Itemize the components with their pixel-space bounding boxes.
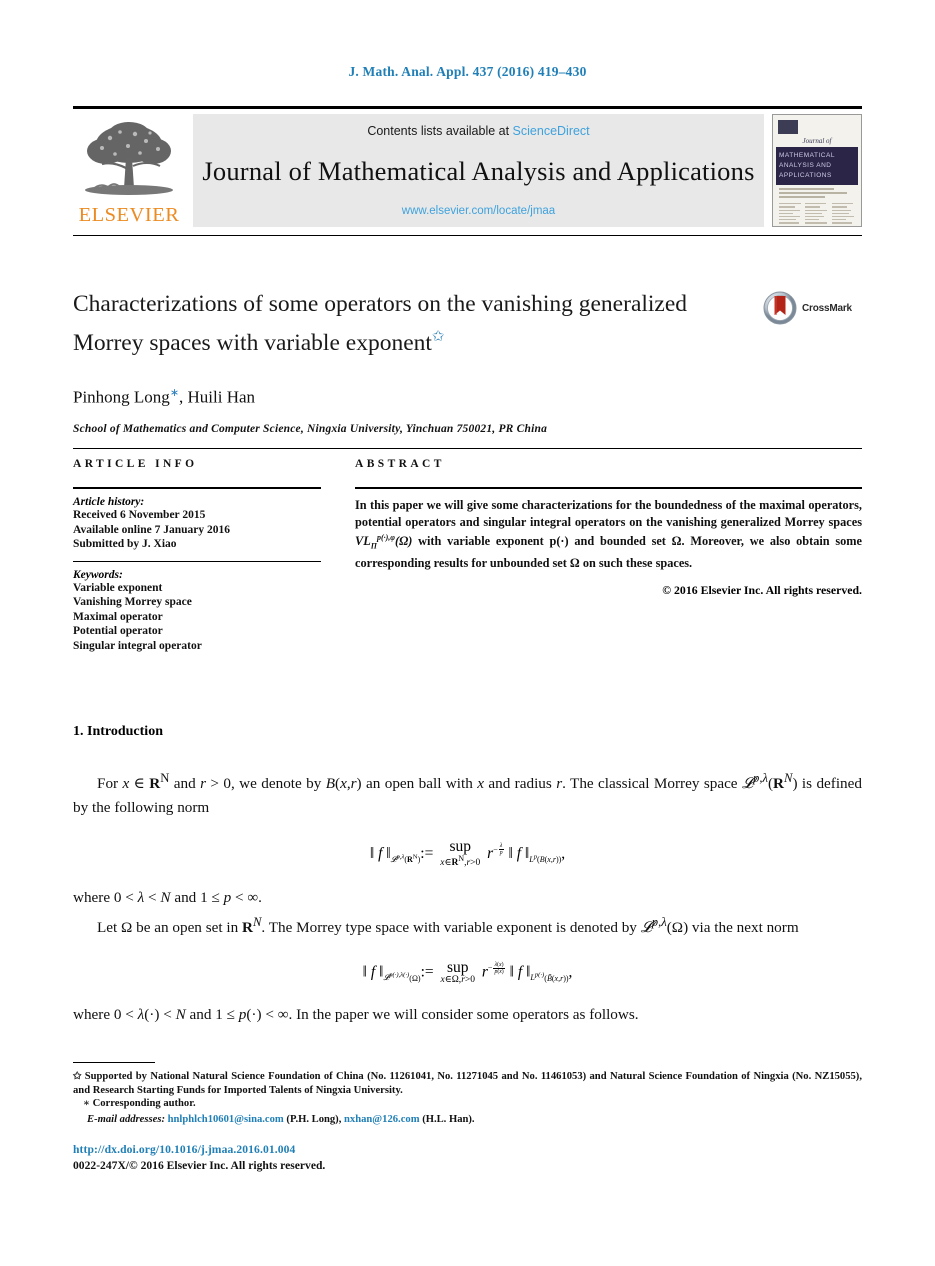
article-history-received: Received 6 November 2015	[73, 509, 206, 521]
running-head: J. Math. Anal. Appl. 437 (2016) 419–430	[348, 64, 587, 79]
introduction-section: 1. Introduction For x ∈ RN and r > 0, we…	[73, 724, 862, 1027]
journal-band: Contents lists available at ScienceDirec…	[193, 114, 764, 227]
elsevier-wordmark: ELSEVIER	[78, 203, 180, 226]
abstract-text: In this paper we will give some characte…	[355, 497, 862, 572]
author-list: Pinhong Long∗, Huili Han	[73, 386, 862, 408]
email-link-long[interactable]: hnlphlch10601@sina.com	[168, 1114, 284, 1125]
display-equation-1: ‖ f ‖𝓛p,λ(RN):= sup x∈RN,r>0 r− λ p ‖ f ‖L…	[369, 838, 566, 869]
keyword-item: Maximal operator	[73, 610, 163, 623]
equation-2-sup-operator: sup x∈Ω,r>0	[440, 958, 476, 985]
affiliation-bottom-rule	[73, 448, 862, 450]
paragraph-2: where 0 < λ < N and 1 ≤ p < ∞.	[73, 889, 262, 907]
author-affiliation: School of Mathematics and Computer Scien…	[73, 423, 548, 436]
keywords-divider-rule	[73, 560, 321, 562]
abstract-copyright: © 2016 Elsevier Inc. All rights reserved…	[662, 582, 862, 597]
article-history-submitted: Submitted by J. Xiao	[73, 538, 177, 550]
email-label: E-mail addresses:	[87, 1113, 165, 1125]
journal-masthead: ELSEVIER Contents lists available at Sci…	[73, 106, 862, 236]
masthead-bottom-rule	[73, 235, 862, 236]
footnote-block: ✩ Supported by National Natural Science …	[73, 1062, 862, 1126]
cover-editor-lines	[776, 185, 858, 198]
keyword-item: Potential operator	[73, 625, 163, 637]
keyword-item: Vanishing Morrey space	[73, 596, 192, 608]
equation-1-sup-operator: sup x∈RN,r>0	[440, 838, 481, 869]
email-link-han[interactable]: nxhan@126.com	[344, 1114, 420, 1125]
paragraph-1: For x ∈ RN and r > 0, we denote by B(x,r…	[73, 771, 862, 817]
email-owner-long: (P.H. Long),	[286, 1113, 342, 1125]
info-abstract-block: ARTICLE INFO Article history: Received 6…	[73, 458, 862, 653]
contents-prefix-text: Contents lists available at	[367, 124, 513, 138]
keyword-item: Singular integral operator	[73, 639, 202, 652]
cover-title-line-1: MATHEMATICAL	[779, 152, 835, 159]
footnote-emails: E-mail addresses: hnlphlch10601@sina.com…	[87, 1113, 862, 1127]
author-primary: Pinhong Long	[73, 387, 170, 407]
footnote-funding-text: Supported by National Natural Science Fo…	[73, 1071, 862, 1096]
contents-available-line: Contents lists available at ScienceDirec…	[367, 124, 589, 138]
journal-cover-thumbnail: Journal of MATHEMATICAL ANALYSIS AND APP…	[772, 114, 862, 227]
elsevier-logo: ELSEVIER	[73, 114, 185, 227]
article-info-rule	[73, 487, 321, 489]
abstract-heading: ABSTRACT	[355, 458, 445, 470]
footnote-corresponding-text: Corresponding author.	[92, 1098, 196, 1110]
article-info-column: ARTICLE INFO Article history: Received 6…	[73, 458, 321, 653]
crossmark-icon	[763, 291, 797, 325]
footnote-funding: ✩ Supported by National Natural Science …	[73, 1070, 862, 1097]
paper-page: J. Math. Anal. Appl. 437 (2016) 419–430	[0, 0, 935, 1266]
cover-title-line-3: APPLICATIONS	[779, 172, 832, 180]
article-info-heading: ARTICLE INFO	[73, 458, 198, 470]
article-history-online: Available online 7 January 2016	[73, 523, 230, 536]
footnote-corresponding-mark: ∗	[83, 1098, 90, 1110]
paragraph-3: Let Ω be an open set in RN. The Morrey t…	[97, 915, 799, 937]
author-secondary: , Huili Han	[179, 387, 256, 407]
journal-homepage-url[interactable]: www.elsevier.com/locate/jmaa	[402, 205, 555, 217]
display-equation-2: ‖ f ‖𝓛p(·),λ(·)(Ω):= sup x∈Ω,r>0 r− λ(x) p…	[362, 958, 573, 985]
abstract-rule	[355, 487, 862, 489]
email-owner-han: (H.L. Han).	[422, 1113, 475, 1125]
paragraph-4: where 0 < λ(·) < N and 1 ≤ p(·) < ∞. In …	[73, 1005, 639, 1023]
keyword-item: Variable exponent	[73, 581, 163, 594]
cover-toc-columns	[776, 200, 858, 226]
abstract-column: ABSTRACT In this paper we will give some…	[355, 458, 862, 653]
cover-title-band: MATHEMATICAL ANALYSIS AND APPLICATIONS	[776, 147, 858, 186]
section-heading-introduction: 1. Introduction	[73, 724, 163, 739]
footnote-funding-mark: ✩	[73, 1071, 82, 1082]
corresponding-author-mark[interactable]: ∗	[170, 387, 179, 399]
cover-title-line-2: ANALYSIS AND	[779, 162, 832, 170]
footnote-corresponding: ∗ Corresponding author.	[73, 1097, 862, 1111]
abstract-text-part-2: with variable exponent p(·) and bounded …	[355, 534, 862, 571]
title-footnote-mark[interactable]: ✩	[432, 329, 445, 345]
title-line-2: Morrey spaces with variable exponent	[73, 329, 432, 356]
footnote-separator-rule	[73, 1062, 155, 1063]
issn-copyright-line: 0022-247X/© 2016 Elsevier Inc. All right…	[73, 1159, 326, 1172]
sciencedirect-link[interactable]: ScienceDirect	[513, 124, 590, 138]
cover-publisher-mark	[778, 120, 798, 134]
title-line-1: Characterizations of some operators on t…	[73, 291, 688, 317]
abstract-inline-math: VLΠp(·),φ(Ω)	[355, 533, 413, 551]
keywords-heading: Keywords:	[73, 568, 123, 581]
abstract-text-part-1: In this paper we will give some characte…	[355, 498, 862, 529]
article-history-heading: Article history:	[73, 496, 145, 508]
doi-link[interactable]: http://dx.doi.org/10.1016/j.jmaa.2016.01…	[73, 1143, 295, 1156]
page-title: Characterizations of some operators on t…	[73, 288, 753, 360]
masthead-top-rule	[73, 106, 862, 109]
journal-title: Journal of Mathematical Analysis and App…	[202, 156, 755, 186]
crossmark-label: CrossMark	[802, 302, 852, 314]
cover-journal-of-text: Journal of	[802, 137, 832, 145]
crossmark-badge[interactable]: CrossMark	[763, 291, 852, 325]
title-block: Characterizations of some operators on t…	[73, 288, 862, 450]
elsevier-tree-icon	[85, 121, 173, 195]
